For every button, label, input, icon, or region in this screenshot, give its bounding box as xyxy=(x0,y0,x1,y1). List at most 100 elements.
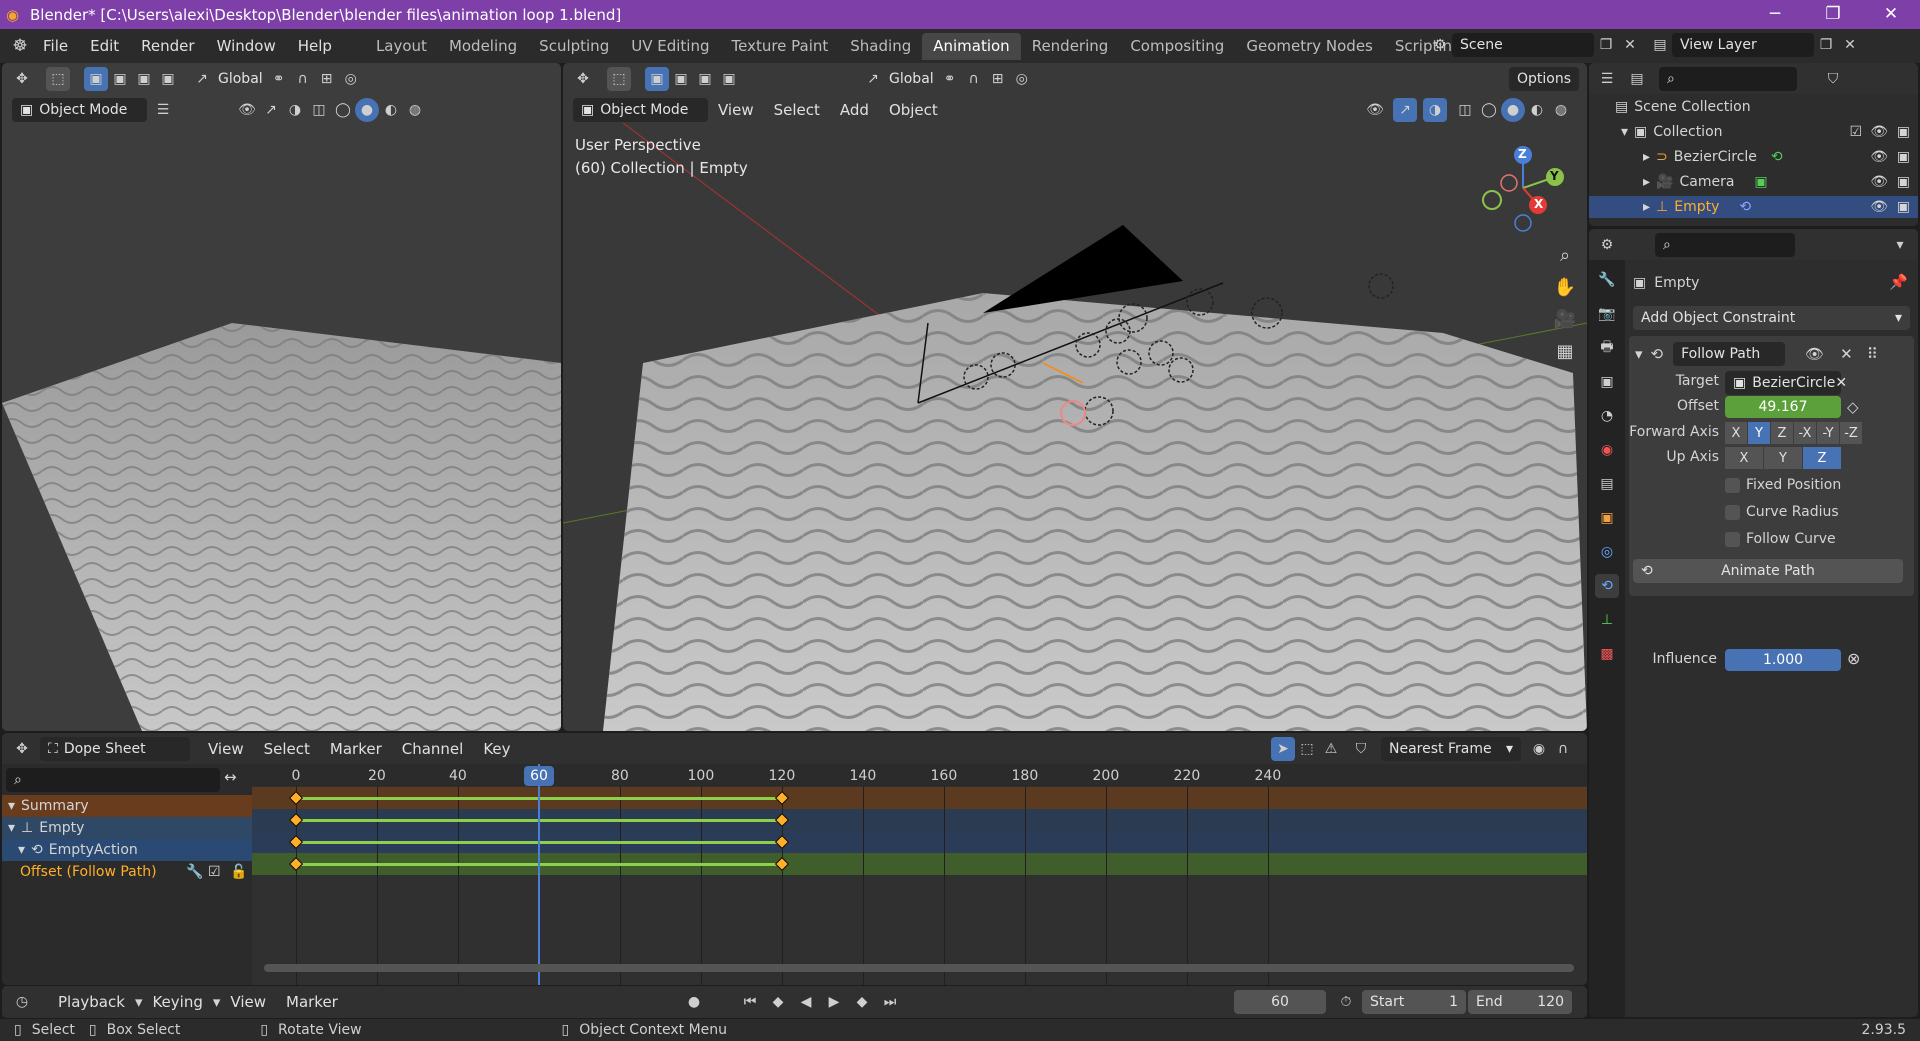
rendered-shading-icon[interactable]: ◍ xyxy=(403,98,427,122)
main-overlay-icon[interactable]: ◑ xyxy=(1423,97,1447,122)
snap-mode-dropdown[interactable]: Nearest Frame ▾ xyxy=(1381,736,1521,761)
dopesheet-menu-key[interactable]: Key xyxy=(473,740,520,758)
forward-axis-neg-x[interactable]: -X xyxy=(1794,422,1816,444)
swap-icon[interactable]: ↔ xyxy=(224,768,237,786)
horizontal-scrollbar[interactable] xyxy=(264,964,1574,972)
outliner-item-beziercircle[interactable]: ▸ ⊃ BezierCircle ⟲ 👁 ▣ xyxy=(1589,146,1918,168)
select-tool-icon[interactable]: ⬚ xyxy=(46,66,70,91)
menu-help[interactable]: Help xyxy=(287,37,343,55)
dopesheet-filter-icon[interactable]: ⛉ xyxy=(1349,737,1373,761)
main-wireframe-icon[interactable]: ◯ xyxy=(1477,98,1501,122)
close-button[interactable]: ✕ xyxy=(1862,0,1920,29)
tab-layout[interactable]: Layout xyxy=(365,33,438,60)
disable-keep-transform-icon[interactable]: ⊗ xyxy=(1847,649,1860,668)
channel-summary[interactable]: ▾ Summary xyxy=(2,795,252,817)
fixed-position-row[interactable]: Fixed Position xyxy=(1725,474,1841,496)
new-scene-icon[interactable]: ❐ xyxy=(1594,33,1618,57)
start-frame-field[interactable]: Start 1 xyxy=(1362,990,1466,1014)
dopesheet-editor-icon[interactable]: ✥ xyxy=(10,737,34,761)
collection-eye-icon[interactable]: 👁 xyxy=(1870,124,1888,140)
scene-collection-row[interactable]: ▤ Scene Collection xyxy=(1589,96,1751,118)
scene-tab-icon[interactable]: ◔ xyxy=(1595,404,1619,428)
main-select-tool-icon[interactable]: ⬚ xyxy=(607,66,631,91)
record-icon[interactable]: ● xyxy=(682,990,706,1014)
keyframe-diamond[interactable] xyxy=(288,834,304,850)
only-errors-icon[interactable]: ⚠ xyxy=(1319,737,1343,761)
collection-tab-icon[interactable]: ▤ xyxy=(1595,472,1619,496)
main-proportional-icon[interactable]: ◎ xyxy=(1010,67,1034,91)
editor-type-icon[interactable]: ✥ xyxy=(10,67,34,91)
main-solid-icon[interactable]: ● xyxy=(1501,97,1525,122)
snap-icon[interactable]: ∩ xyxy=(291,67,315,91)
proportional-edit-icon[interactable]: ◎ xyxy=(339,67,363,91)
tab-texture-paint[interactable]: Texture Paint xyxy=(720,33,839,60)
outliner-editor-icon[interactable]: ☰ xyxy=(1595,67,1619,91)
beziercircle-render-icon[interactable]: ▣ xyxy=(1897,149,1910,165)
keyframe-diamond[interactable] xyxy=(774,856,790,872)
scene-icon[interactable]: ⚙ xyxy=(1428,33,1452,57)
collection-row[interactable]: ▾ ▣ Collection ☑ 👁 ▣ xyxy=(1589,121,1918,143)
select-mode-new-icon[interactable]: ▣ xyxy=(84,66,108,91)
outliner-item-camera[interactable]: ▸ 🎥 Camera ▣ 👁 ▣ xyxy=(1589,171,1918,193)
expand-arrow-icon[interactable]: ▸ xyxy=(1643,174,1650,190)
expand-arrow-icon[interactable]: ▾ xyxy=(8,820,15,836)
left-orientation-dropdown[interactable]: Global xyxy=(214,67,267,91)
expand-arrow-icon[interactable]: ▾ xyxy=(8,798,15,814)
constraints-tab-icon[interactable]: ⟲ xyxy=(1595,574,1619,598)
render-tab-icon[interactable]: 📷 xyxy=(1595,302,1619,326)
tab-rendering[interactable]: Rendering xyxy=(1021,33,1120,60)
forward-axis-neg-y[interactable]: -Y xyxy=(1817,422,1839,444)
animate-path-button[interactable]: ⟲ Animate Path xyxy=(1633,559,1903,583)
transform-orientation-icon[interactable]: ↗ xyxy=(190,67,214,91)
hamburger-icon[interactable]: ☰ xyxy=(151,98,175,122)
drag-handle-icon[interactable]: ⠿ xyxy=(1867,345,1878,363)
next-keyframe-icon[interactable]: ◆ xyxy=(850,990,874,1014)
proportional-edit-icon[interactable]: ◉ xyxy=(1527,737,1551,761)
expand-arrow-icon[interactable]: ▾ xyxy=(18,842,25,858)
lock-icon[interactable]: 🔓 xyxy=(230,864,247,880)
collection-render-icon[interactable]: ▣ xyxy=(1897,124,1910,140)
physics-tab-icon[interactable]: ◎ xyxy=(1595,540,1619,564)
snap-increment-icon[interactable]: ⊞ xyxy=(315,67,339,91)
keyframe-diamond[interactable] xyxy=(288,812,304,828)
main-menu-view[interactable]: View xyxy=(708,101,764,119)
keyframe-diamond[interactable] xyxy=(774,790,790,806)
camera-eye-icon[interactable]: 👁 xyxy=(1870,174,1888,190)
main-menu-object[interactable]: Object xyxy=(879,101,948,119)
jump-end-icon[interactable]: ⏭ xyxy=(878,990,902,1014)
keyframe-diamond[interactable] xyxy=(774,812,790,828)
properties-editor-icon[interactable]: ⚙ xyxy=(1595,233,1619,257)
outliner-search[interactable]: ⌕ xyxy=(1659,66,1797,91)
follow-curve-checkbox[interactable] xyxy=(1725,531,1740,547)
stopwatch-icon[interactable]: ⏱ xyxy=(1334,990,1358,1014)
pivot-icon[interactable]: ⚭ xyxy=(267,67,291,91)
tab-compositing[interactable]: Compositing xyxy=(1119,33,1235,60)
fixed-position-checkbox[interactable] xyxy=(1725,477,1740,493)
xray-icon[interactable]: ◫ xyxy=(307,98,331,122)
keyframe-diamond[interactable] xyxy=(288,790,304,806)
collection-checkbox-icon[interactable]: ☑ xyxy=(1849,124,1862,140)
view-layer-icon[interactable]: ▤ xyxy=(1648,33,1672,57)
main-snap-icon[interactable]: ∩ xyxy=(962,67,986,91)
forward-axis-x[interactable]: X xyxy=(1725,422,1747,444)
navigation-gizmo[interactable]: Z Y X xyxy=(1478,143,1568,233)
main-select-subtract-icon[interactable]: ▣ xyxy=(693,67,717,91)
main-orientation-dropdown[interactable]: Global xyxy=(885,67,938,91)
main-viewport[interactable]: ✥ ⬚ ▣ ▣ ▣ ▣ ↗ Global ⚭ ∩ ⊞ ◎ Options ▣ Ob… xyxy=(563,63,1587,731)
prev-keyframe-icon[interactable]: ◆ xyxy=(766,990,790,1014)
main-pivot-icon[interactable]: ⚭ xyxy=(938,67,962,91)
keyframe-diamond[interactable] xyxy=(774,834,790,850)
main-xray-icon[interactable]: ◫ xyxy=(1453,98,1477,122)
play-reverse-icon[interactable]: ◀ xyxy=(794,990,818,1014)
blender-menu-icon[interactable]: ☸ xyxy=(8,34,32,58)
main-orientation-icon[interactable]: ↗ xyxy=(861,67,885,91)
main-select-extend-icon[interactable]: ▣ xyxy=(669,67,693,91)
perspective-toggle-icon[interactable]: ▦ xyxy=(1553,339,1577,363)
new-view-layer-icon[interactable]: ❐ xyxy=(1814,33,1838,57)
world-tab-icon[interactable]: ◉ xyxy=(1595,438,1619,462)
mute-checkbox-icon[interactable]: ☑ xyxy=(208,864,221,880)
keyframe-area[interactable]: 020406080100120140160180200220240 60 xyxy=(252,764,1587,985)
timeline-menu-keying[interactable]: Keying xyxy=(142,993,212,1011)
follow-curve-row[interactable]: Follow Curve xyxy=(1725,528,1836,550)
tab-animation[interactable]: Animation xyxy=(922,32,1021,60)
